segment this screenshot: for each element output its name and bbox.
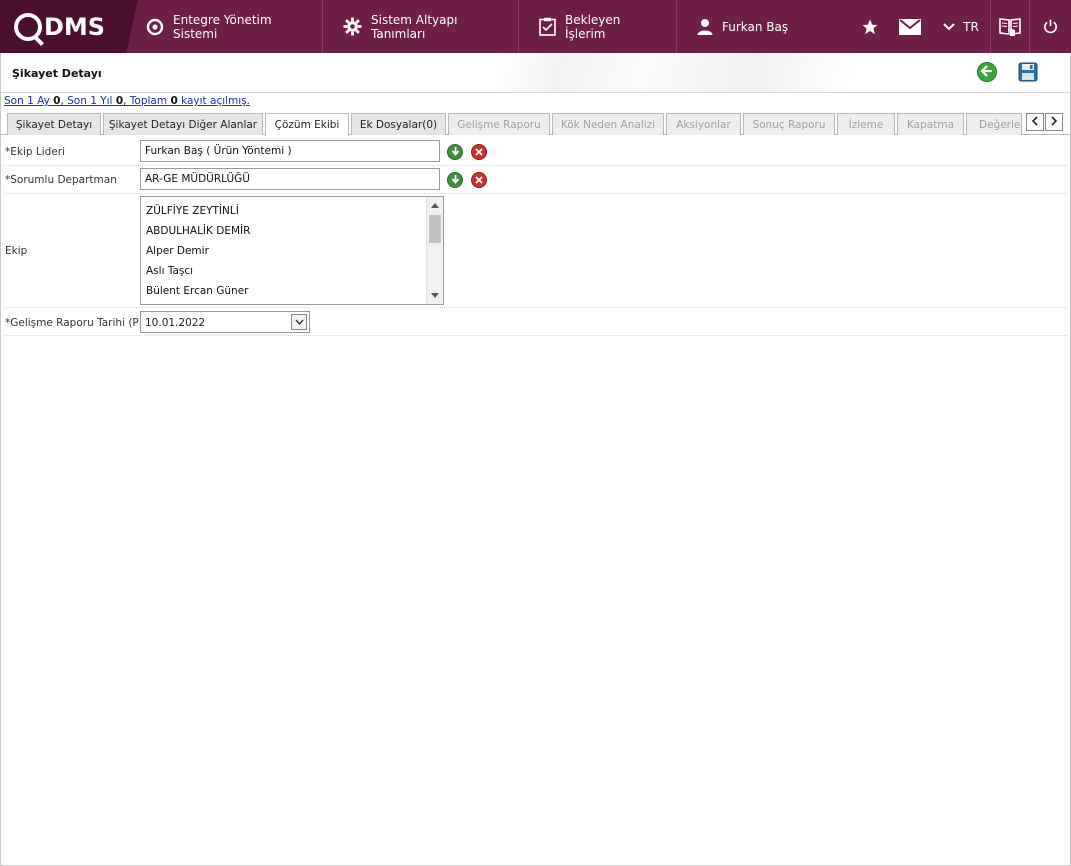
list-item[interactable]: ABDULHALİK DEMİR <box>146 225 250 237</box>
chevron-down-icon <box>943 20 955 34</box>
language-code: TR <box>963 19 979 34</box>
nav-label: Bekleyen İşlerim <box>565 12 621 41</box>
chevron-right-icon <box>1050 115 1058 129</box>
user-icon <box>697 18 713 35</box>
nav-label: Entegre Yönetim Sistemi <box>173 12 272 41</box>
ekip-label: Ekip <box>5 245 28 257</box>
form-row-sorumlu-departman: *Sorumlu Departman AR-GE MÜDÜRLÜĞÜ <box>4 166 1067 194</box>
tab-ek-dosyalar[interactable]: Ek Dosyalar(0) <box>351 113 446 135</box>
form-row-ekip-lideri: *Ekip Lideri Furkan Baş ( Ürün Yöntemi ) <box>4 138 1067 166</box>
sorumlu-departman-clear-button[interactable] <box>471 172 487 188</box>
nav-entegre-yonetim[interactable]: Entegre Yönetim Sistemi <box>118 0 323 53</box>
scroll-up-arrow-icon[interactable] <box>431 203 439 208</box>
save-button[interactable] <box>1018 62 1038 82</box>
tab-kapatma: Kapatma <box>897 113 964 135</box>
sorumlu-departman-field[interactable]: AR-GE MÜDÜRLÜĞÜ <box>140 168 440 190</box>
ekip-lideri-field[interactable]: Furkan Baş ( Ürün Yöntemi ) <box>140 140 440 162</box>
scroll-down-arrow-icon[interactable] <box>431 293 439 298</box>
gear-icon <box>343 17 362 36</box>
date-value: 10.01.2022 <box>145 317 206 329</box>
ekip-lideri-select-button[interactable] <box>447 144 463 160</box>
favorites-star-icon[interactable] <box>852 0 888 53</box>
tab-scroll-right[interactable] <box>1045 113 1063 131</box>
tab-gelisme-raporu: Gelişme Raporu <box>448 113 550 135</box>
tab-sikayet-detayi-diger[interactable]: Şikayet Detayı Diğer Alanlar <box>103 113 263 135</box>
list-item[interactable]: Bülent Ercan Güner <box>146 285 249 297</box>
sorumlu-departman-select-button[interactable] <box>447 172 463 188</box>
scrollbar-thumb[interactable] <box>429 215 441 243</box>
qdms-circle-icon <box>146 18 164 36</box>
ekip-lideri-label: *Ekip Lideri <box>5 146 66 158</box>
nav-label: Sistem Altyapı Tanımları <box>371 12 458 41</box>
form-row-gelisme-raporu-tarihi: *Gelişme Raporu Tarihi (P) 10.01.2022 <box>4 308 1067 336</box>
tab-kok-neden-analizi: Kök Neden Analizi <box>552 113 664 135</box>
logo-q-mark <box>14 12 42 41</box>
gelisme-raporu-tarihi-label: *Gelişme Raporu Tarihi (P) <box>5 317 143 329</box>
floppy-disk-icon <box>1018 62 1038 85</box>
listbox-scrollbar[interactable] <box>426 197 443 304</box>
logo-text: DMS <box>44 12 106 41</box>
record-summary-link[interactable]: Son 1 Ay 0, Son 1 Yıl 0, Toplam 0 kayıt … <box>4 95 250 107</box>
page-title: Şikayet Detayı <box>12 67 102 80</box>
chevron-left-icon <box>1031 115 1039 129</box>
power-logout-icon[interactable] <box>1030 0 1071 53</box>
arrow-left-icon <box>980 64 994 81</box>
list-item[interactable]: Aslı Taşcı <box>146 265 193 277</box>
tab-cozum-ekibi[interactable]: Çözüm Ekibi <box>265 113 349 136</box>
tab-sonuc-raporu: Sonuç Raporu <box>743 113 835 135</box>
chevron-down-icon <box>294 316 304 328</box>
close-icon <box>475 146 483 159</box>
tab-izleme: İzleme <box>837 113 895 135</box>
tab-aksiyonlar: Aksiyonlar <box>666 113 741 135</box>
date-dropdown-button[interactable] <box>291 314 307 330</box>
tab-degerlendirme: Değerlen <box>966 113 1022 135</box>
help-book-icon[interactable] <box>990 0 1030 53</box>
form-row-ekip: Ekip ZÜLFİYE ZEYTİNLİ ABDULHALİK DEMİR A… <box>4 194 1067 308</box>
top-navigation-bar: DMS Entegre Yönetim Sistemi Sistem Altya… <box>0 0 1071 53</box>
qdms-logo[interactable]: DMS <box>0 0 138 53</box>
nav-bekleyen-islerim[interactable]: Bekleyen İşlerim <box>519 0 677 53</box>
clipboard-icon <box>539 17 556 36</box>
language-selector[interactable]: TR <box>932 0 990 53</box>
sorumlu-departman-label: *Sorumlu Departman <box>5 174 117 186</box>
list-item[interactable]: Alper Demir <box>146 245 209 257</box>
mail-icon[interactable] <box>888 0 932 53</box>
user-name: Furkan Baş <box>722 19 789 34</box>
page-header: Şikayet Detayı <box>0 53 1071 93</box>
close-icon <box>475 174 483 187</box>
arrow-down-icon <box>451 174 460 187</box>
tab-scroll-left[interactable] <box>1026 113 1044 131</box>
nav-sistem-altyapi[interactable]: Sistem Altyapı Tanımları <box>323 0 519 53</box>
ekip-members-listbox[interactable]: ZÜLFİYE ZEYTİNLİ ABDULHALİK DEMİR Alper … <box>140 196 444 305</box>
ekip-lideri-clear-button[interactable] <box>471 144 487 160</box>
nav-user[interactable]: Furkan Baş <box>677 0 837 53</box>
gelisme-raporu-tarihi-dropdown[interactable]: 10.01.2022 <box>140 311 310 333</box>
back-button[interactable] <box>977 62 997 82</box>
tab-sikayet-detayi[interactable]: Şikayet Detayı <box>7 113 101 135</box>
list-item[interactable]: ZÜLFİYE ZEYTİNLİ <box>146 205 239 217</box>
arrow-down-icon <box>451 146 460 159</box>
tab-strip: Şikayet Detayı Şikayet Detayı Diğer Alan… <box>0 111 1071 136</box>
